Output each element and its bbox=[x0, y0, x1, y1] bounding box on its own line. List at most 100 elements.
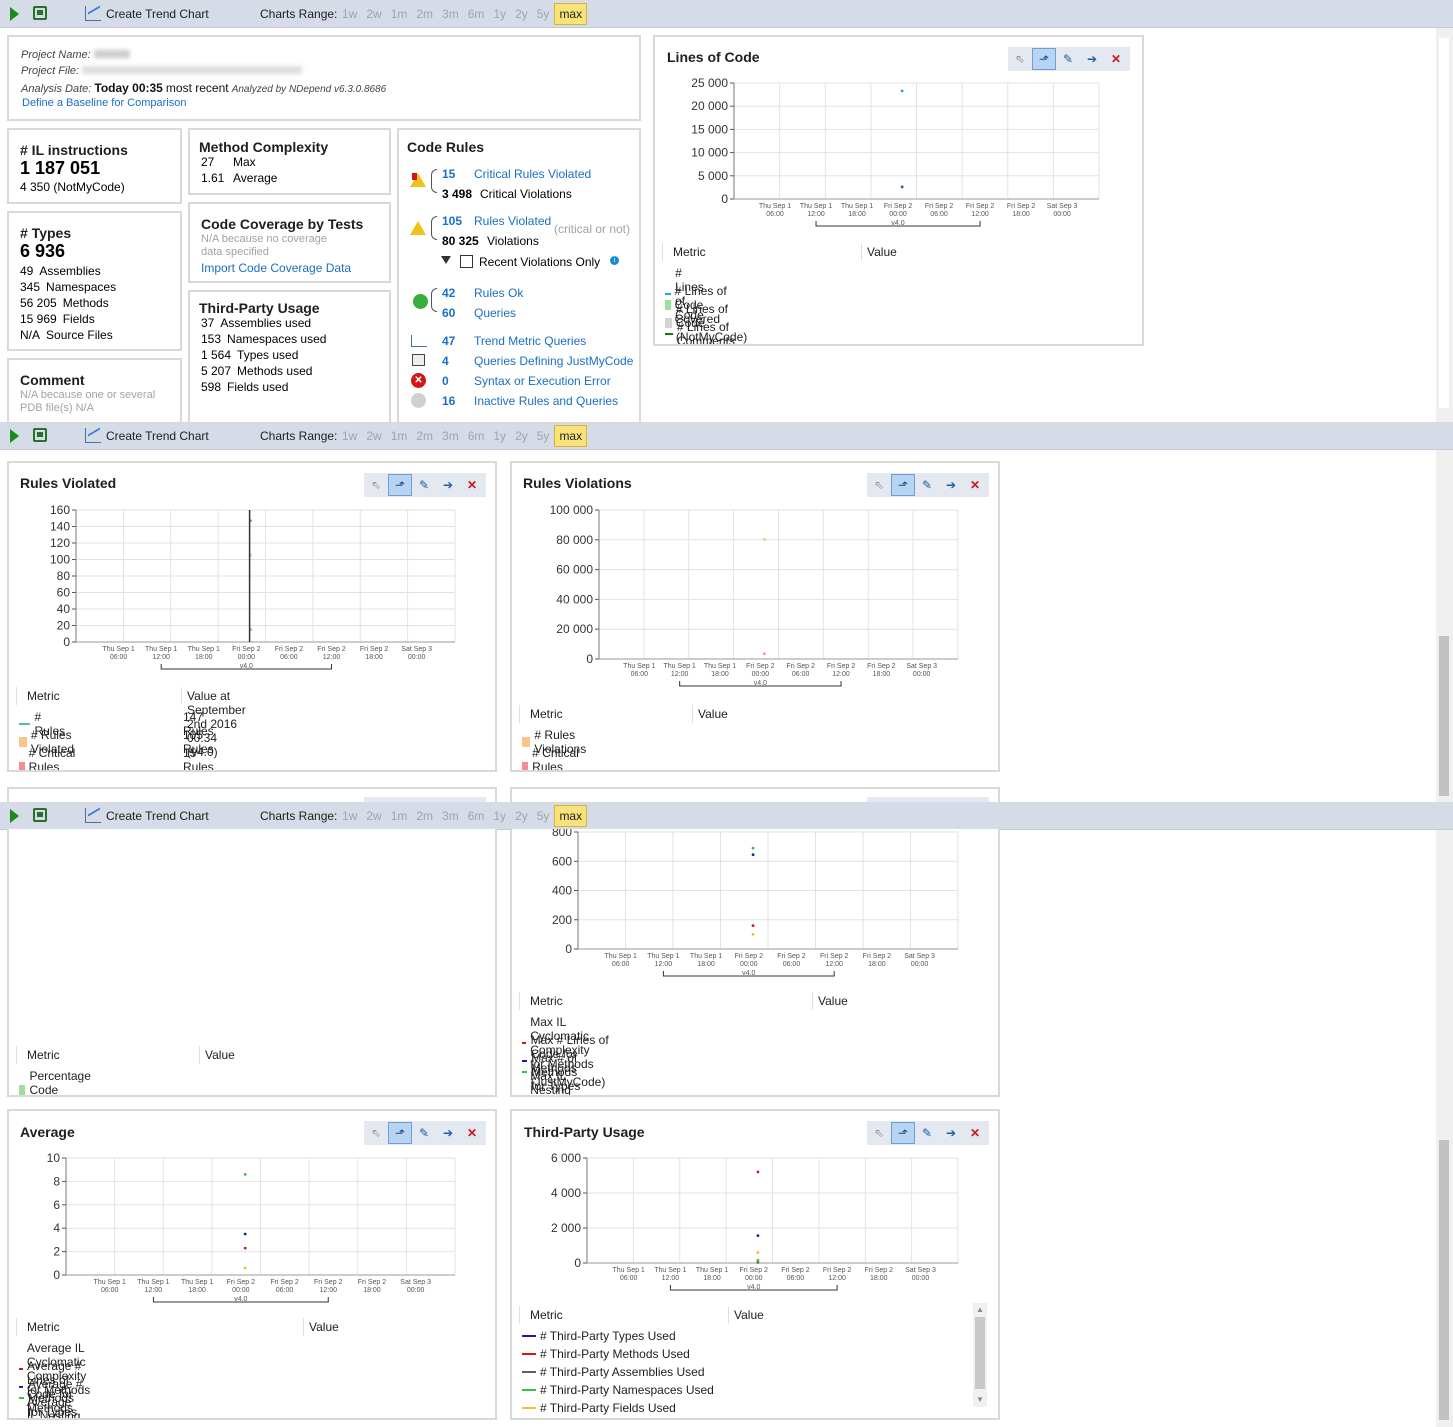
info-icon[interactable]: i bbox=[610, 256, 619, 265]
range-max-button[interactable]: max bbox=[554, 3, 588, 25]
queries-count[interactable]: 60 bbox=[442, 306, 455, 320]
edit-icon[interactable]: ✎ bbox=[915, 474, 939, 496]
range-1m-button[interactable]: 1m bbox=[387, 425, 412, 447]
save-icon[interactable] bbox=[33, 808, 47, 822]
pointer-icon[interactable]: ⇖ bbox=[364, 1122, 388, 1144]
range-1w-button[interactable]: 1w bbox=[338, 805, 361, 827]
range-2w-button[interactable]: 2w bbox=[362, 425, 385, 447]
arrow-right-icon[interactable]: ➔ bbox=[1080, 48, 1104, 70]
create-trend-chart-button[interactable]: Create Trend Chart bbox=[106, 809, 209, 823]
queries-link[interactable]: Queries bbox=[474, 306, 516, 320]
justmycode-count[interactable]: 4 bbox=[442, 354, 449, 368]
legend-item[interactable]: # Third-Party Methods Used bbox=[522, 1347, 690, 1361]
create-trend-chart-button[interactable]: Create Trend Chart bbox=[106, 7, 209, 21]
chart-mode-icon[interactable]: ⬏ bbox=[388, 474, 412, 496]
range-6m-button[interactable]: 6m bbox=[464, 425, 489, 447]
trend-metric-link[interactable]: Trend Metric Queries bbox=[474, 334, 586, 348]
trend-chart-icon[interactable] bbox=[85, 808, 101, 823]
arrow-right-icon[interactable]: ➔ bbox=[436, 474, 460, 496]
critical-rules-link[interactable]: Critical Rules Violated bbox=[474, 167, 591, 181]
run-icon[interactable] bbox=[10, 429, 19, 443]
page-scrollbar[interactable] bbox=[1436, 28, 1453, 422]
pointer-icon[interactable]: ⇖ bbox=[364, 474, 388, 496]
range-6m-button[interactable]: 6m bbox=[464, 3, 489, 25]
save-icon[interactable] bbox=[33, 6, 47, 20]
legend-item[interactable]: Average IL Nesting Depth for Methods bbox=[19, 1395, 83, 1418]
create-trend-chart-button[interactable]: Create Trend Chart bbox=[106, 429, 209, 443]
page-scrollbar[interactable] bbox=[1436, 450, 1453, 802]
legend-item[interactable]: # Third-Party Namespaces Used bbox=[522, 1383, 714, 1397]
range-2y-button[interactable]: 2y bbox=[511, 3, 532, 25]
legend-item[interactable]: # Lines of Comments bbox=[665, 320, 741, 344]
page-scrollbar[interactable] bbox=[1436, 830, 1453, 1427]
range-5y-button[interactable]: 5y bbox=[533, 425, 554, 447]
trend-chart-icon[interactable] bbox=[85, 6, 101, 21]
legend-item[interactable]: # Critical Rules Violated bbox=[19, 746, 80, 770]
arrow-right-icon[interactable]: ➔ bbox=[939, 474, 963, 496]
rules-violated-link[interactable]: Rules Violated bbox=[474, 214, 551, 228]
range-3m-button[interactable]: 3m bbox=[438, 3, 463, 25]
legend-item[interactable]: # Critical Rules Violations bbox=[522, 746, 592, 770]
arrow-right-icon[interactable]: ➔ bbox=[436, 1122, 460, 1144]
import-coverage-link[interactable]: Import Code Coverage Data bbox=[201, 261, 351, 275]
range-3m-button[interactable]: 3m bbox=[438, 425, 463, 447]
range-max-button[interactable]: max bbox=[554, 805, 588, 827]
range-1w-button[interactable]: 1w bbox=[338, 3, 361, 25]
legend-item[interactable]: Percentage Code Coverage bbox=[19, 1069, 98, 1095]
range-1m-button[interactable]: 1m bbox=[387, 805, 412, 827]
close-icon[interactable]: ✕ bbox=[460, 1122, 484, 1144]
range-1y-button[interactable]: 1y bbox=[489, 805, 510, 827]
range-1y-button[interactable]: 1y bbox=[489, 425, 510, 447]
range-3m-button[interactable]: 3m bbox=[438, 805, 463, 827]
legend-item[interactable]: Max IL Nesting Depth for Methods bbox=[522, 1069, 586, 1095]
define-baseline-link[interactable]: Define a Baseline for Comparison bbox=[22, 97, 186, 109]
recent-violations-checkbox[interactable] bbox=[460, 255, 473, 268]
range-1w-button[interactable]: 1w bbox=[338, 425, 361, 447]
critical-rules-count[interactable]: 15 bbox=[442, 167, 455, 181]
inactive-count[interactable]: 16 bbox=[442, 394, 455, 408]
legend-item[interactable]: # Third-Party Fields Used bbox=[522, 1401, 676, 1415]
chart-mode-icon[interactable]: ⬏ bbox=[1032, 48, 1056, 70]
inactive-link[interactable]: Inactive Rules and Queries bbox=[474, 394, 618, 408]
save-icon[interactable] bbox=[33, 428, 47, 442]
error-link[interactable]: Syntax or Execution Error bbox=[474, 374, 611, 388]
range-5y-button[interactable]: 5y bbox=[533, 3, 554, 25]
pointer-icon[interactable]: ⇖ bbox=[867, 474, 891, 496]
rules-ok-count[interactable]: 42 bbox=[442, 286, 455, 300]
rules-ok-link[interactable]: Rules Ok bbox=[474, 286, 523, 300]
close-icon[interactable]: ✕ bbox=[963, 474, 987, 496]
range-max-button[interactable]: max bbox=[554, 425, 588, 447]
scroll-up-icon[interactable]: ▲ bbox=[976, 1305, 984, 1314]
edit-icon[interactable]: ✎ bbox=[412, 1122, 436, 1144]
legend-item[interactable]: # Third-Party Types Used bbox=[522, 1329, 676, 1343]
rules-violated-count[interactable]: 105 bbox=[442, 214, 462, 228]
pointer-icon[interactable]: ⇖ bbox=[1008, 48, 1032, 70]
close-icon[interactable]: ✕ bbox=[1104, 48, 1128, 70]
range-2m-button[interactable]: 2m bbox=[412, 3, 437, 25]
range-2y-button[interactable]: 2y bbox=[511, 425, 532, 447]
legend-item[interactable]: # Third-Party Assemblies Used bbox=[522, 1365, 705, 1379]
scroll-down-icon[interactable]: ▼ bbox=[976, 1395, 984, 1404]
error-count[interactable]: 0 bbox=[442, 374, 449, 388]
justmycode-link[interactable]: Queries Defining JustMyCode bbox=[474, 354, 633, 368]
run-icon[interactable] bbox=[10, 809, 19, 823]
range-2m-button[interactable]: 2m bbox=[412, 805, 437, 827]
legend-scrollbar-thumb[interactable] bbox=[975, 1317, 985, 1389]
range-1y-button[interactable]: 1y bbox=[489, 3, 510, 25]
range-6m-button[interactable]: 6m bbox=[464, 805, 489, 827]
chart-mode-icon[interactable]: ⬏ bbox=[388, 1122, 412, 1144]
edit-icon[interactable]: ✎ bbox=[412, 474, 436, 496]
range-2m-button[interactable]: 2m bbox=[412, 425, 437, 447]
close-icon[interactable]: ✕ bbox=[460, 474, 484, 496]
legend-scrollbar[interactable]: ▲ ▼ bbox=[973, 1303, 987, 1407]
trend-metric-count[interactable]: 47 bbox=[442, 334, 455, 348]
range-2w-button[interactable]: 2w bbox=[362, 3, 385, 25]
edit-icon[interactable]: ✎ bbox=[1056, 48, 1080, 70]
range-2y-button[interactable]: 2y bbox=[511, 805, 532, 827]
chart-mode-icon[interactable]: ⬏ bbox=[891, 474, 915, 496]
range-5y-button[interactable]: 5y bbox=[533, 805, 554, 827]
run-icon[interactable] bbox=[10, 7, 19, 21]
range-1m-button[interactable]: 1m bbox=[387, 3, 412, 25]
range-2w-button[interactable]: 2w bbox=[362, 805, 385, 827]
trend-chart-icon[interactable] bbox=[85, 428, 101, 443]
